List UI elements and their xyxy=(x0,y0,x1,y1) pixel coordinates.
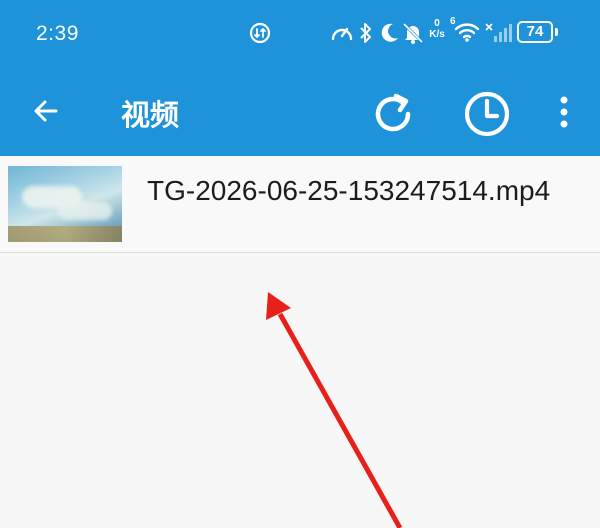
net-speed: 0 K/s xyxy=(426,18,448,40)
more-vert-icon[interactable] xyxy=(550,94,578,130)
net-speed-unit: K/s xyxy=(429,29,445,40)
battery-icon: 74 xyxy=(517,21,553,43)
status-bar: 2:39 0 K/s 6 74 xyxy=(0,0,600,66)
history-clock-icon[interactable] xyxy=(460,87,514,141)
data-saver-icon xyxy=(249,22,271,44)
back-arrow-icon[interactable] xyxy=(26,91,66,131)
mute-icon xyxy=(402,22,424,44)
bluetooth-icon xyxy=(360,23,371,43)
refresh-icon[interactable] xyxy=(366,87,420,141)
video-thumbnail xyxy=(8,166,122,242)
app-bar: 视频 xyxy=(0,66,600,156)
page-title: 视频 xyxy=(121,98,180,132)
status-time: 2:39 xyxy=(36,22,79,45)
moon-icon xyxy=(381,23,398,42)
wifi-icon xyxy=(454,23,480,42)
speedometer-icon xyxy=(331,27,353,41)
net-speed-value: 0 xyxy=(434,18,440,29)
battery-tip xyxy=(555,28,558,36)
wifi-label: 6 xyxy=(450,16,456,27)
list-item[interactable]: TG-2026-06-25-153247514.mp4 xyxy=(0,156,600,253)
signal-icon xyxy=(485,23,512,42)
file-name: TG-2026-06-25-153247514.mp4 xyxy=(147,175,551,206)
